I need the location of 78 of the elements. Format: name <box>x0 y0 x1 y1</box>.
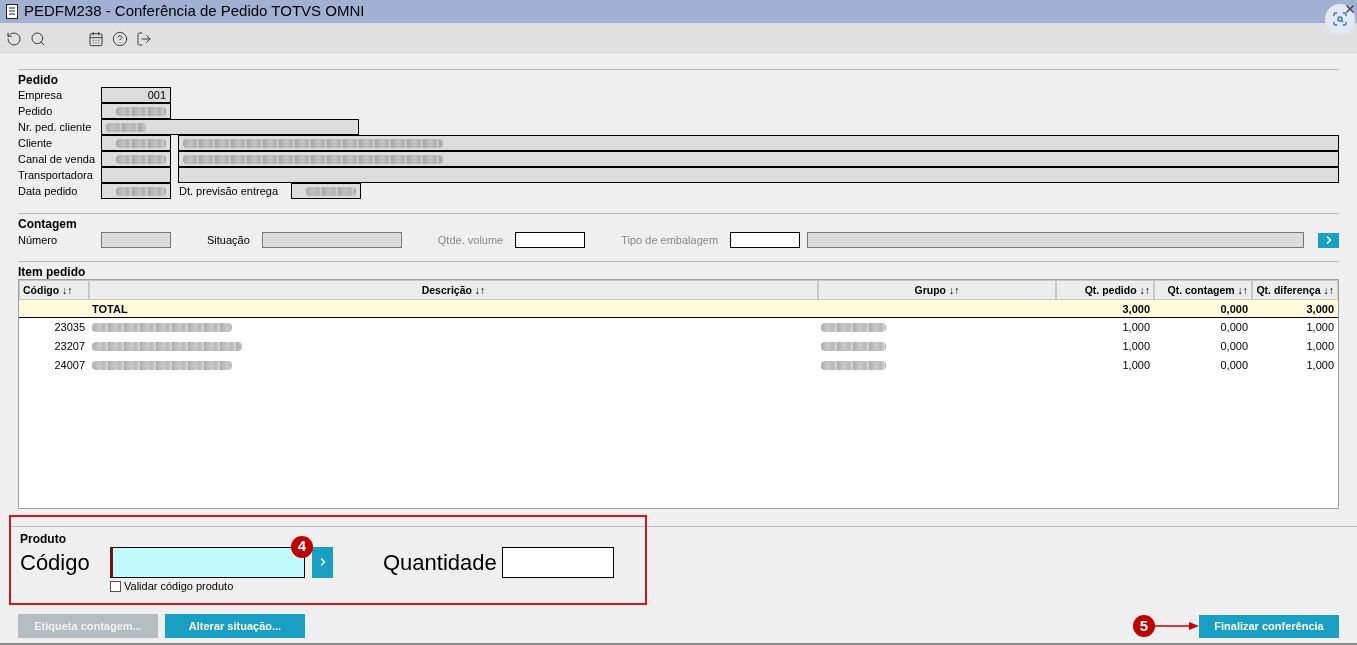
text-field[interactable] <box>178 151 1339 167</box>
text-field[interactable] <box>261 232 402 248</box>
field-label: Situação <box>207 232 250 248</box>
table-cell-text: 0,000 <box>1219 302 1249 317</box>
redacted-value <box>116 186 166 196</box>
field-label: Pedido <box>18 103 54 119</box>
checkbox[interactable] <box>110 580 121 592</box>
table-cell-text: 24007 <box>53 358 86 373</box>
column-header[interactable]: Grupo ↓↑ <box>818 280 1056 300</box>
redacted-value <box>116 154 166 164</box>
redacted-value <box>106 122 146 132</box>
redacted-value <box>306 186 356 196</box>
field-label: Número <box>18 232 59 248</box>
text-field[interactable] <box>178 135 1339 151</box>
text-field[interactable] <box>101 151 171 167</box>
table-cell-text: TOTAL <box>91 302 129 317</box>
text-field[interactable] <box>101 135 171 151</box>
text-field[interactable] <box>101 119 359 135</box>
field-label: Canal de venda <box>18 151 97 167</box>
callout-badge: 5 <box>1133 615 1155 637</box>
document-icon <box>6 4 18 19</box>
redacted-value <box>116 106 166 116</box>
column-header[interactable]: Descrição ↓↑ <box>89 280 818 300</box>
table-cell-text: 1,000 <box>1121 358 1151 373</box>
section-title: Pedido <box>18 73 59 87</box>
table-cell-text: 3,000 <box>1305 302 1335 317</box>
field-label: Dt. previsão entrega <box>179 183 280 199</box>
checkbox-label: Validar código produto <box>124 579 234 594</box>
callout-badge: 4 <box>291 535 313 558</box>
redacted-value <box>116 138 166 148</box>
capture-icon <box>1332 11 1348 27</box>
column-header[interactable]: Qt. diferença ↓↑ <box>1252 280 1338 300</box>
text-field[interactable] <box>101 183 171 199</box>
table-cell-text: 0,000 <box>1219 358 1249 373</box>
window-title: PEDFM238 - Conferência de Pedido TOTVS OMNI <box>24 1 365 22</box>
next-button[interactable] <box>1318 232 1339 248</box>
undo-icon[interactable] <box>6 30 22 47</box>
redacted-value <box>821 361 886 370</box>
section-title: Contagem <box>18 217 78 231</box>
table-cell-text: 1,000 <box>1305 358 1335 373</box>
table-cell-text: 0,000 <box>1219 339 1249 354</box>
text-field[interactable] <box>178 167 1339 183</box>
text-field[interactable]: 001 <box>101 87 171 103</box>
table-cell-text: 1,000 <box>1121 320 1151 335</box>
column-header[interactable]: Qt. pedido ↓↑ <box>1056 280 1154 300</box>
close-icon[interactable] <box>1344 3 1356 15</box>
column-header[interactable]: Qt. contagem ↓↑ <box>1154 280 1252 300</box>
table-cell-text: 1,000 <box>1305 339 1335 354</box>
section-title: Item pedido <box>18 265 87 279</box>
field-label: Quantidade <box>383 548 497 577</box>
table-cell-text: 23207 <box>53 339 86 354</box>
table-cell-text: 23035 <box>53 320 86 335</box>
field-label: Transportadora <box>18 167 94 183</box>
field-label: Tipo de embalagem <box>621 232 719 248</box>
text-field[interactable] <box>101 232 171 248</box>
field-label: Data pedido <box>18 183 79 199</box>
field-label: Nr. ped. cliente <box>18 119 93 135</box>
table-cell-text: 1,000 <box>1305 320 1335 335</box>
text-field[interactable] <box>101 103 171 119</box>
exit-icon[interactable] <box>136 30 152 47</box>
text-field[interactable] <box>101 167 171 183</box>
table-cell-text: 0,000 <box>1219 320 1249 335</box>
help-icon[interactable] <box>112 30 128 47</box>
field-label: Empresa <box>18 87 64 103</box>
redacted-value <box>821 323 886 332</box>
field-label: Código <box>20 548 91 577</box>
quantity-field[interactable] <box>501 546 614 578</box>
table-cell-text: 3,000 <box>1121 302 1151 317</box>
arrow-line <box>1155 622 1199 630</box>
field-label: Qtde. volume <box>437 232 504 248</box>
column-header[interactable]: Código ↓↑ <box>19 280 89 300</box>
redacted-value <box>821 342 886 351</box>
next-button[interactable] <box>312 546 333 578</box>
text-field[interactable] <box>291 183 361 199</box>
table-cell-text: 1,000 <box>1121 339 1151 354</box>
search-icon[interactable] <box>30 30 46 47</box>
calendar-icon[interactable] <box>88 30 104 47</box>
field-label: Cliente <box>18 135 54 151</box>
